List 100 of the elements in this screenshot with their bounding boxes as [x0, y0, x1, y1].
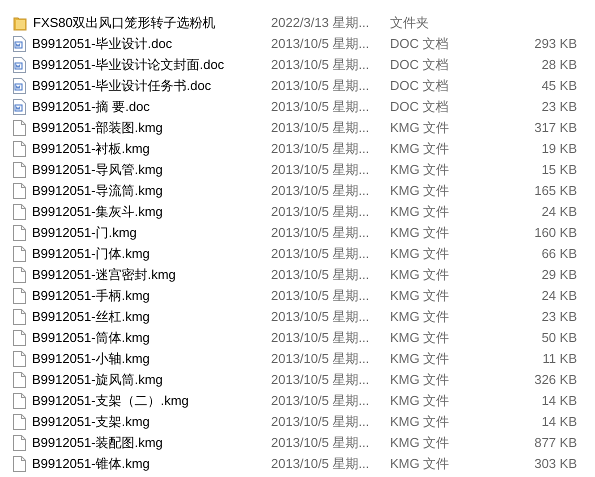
file-size: 317 KB	[534, 118, 577, 137]
date-modified: 2013/10/5 星期...	[271, 56, 370, 74]
file-size: 11 KB	[542, 350, 577, 368]
file-type: KMG 文件	[390, 140, 450, 158]
file-type: KMG 文件	[390, 370, 450, 389]
document-icon	[13, 98, 26, 114]
file-type: KMG 文件	[390, 434, 450, 452]
blank-file-icon	[13, 288, 26, 304]
file-type: KMG 文件	[390, 392, 450, 410]
date-modified: 2022/3/13 星期...	[271, 14, 370, 32]
date-modified: 2013/10/5 星期...	[271, 454, 370, 473]
file-size: 15 KB	[542, 160, 577, 179]
file-name[interactable]: B9912051-支架（二）.kmg	[32, 390, 189, 410]
blank-file-icon	[13, 414, 26, 430]
file-name[interactable]: B9912051-衬板.kmg	[32, 138, 150, 158]
blank-file-icon	[13, 224, 26, 240]
file-size: 326 KB	[534, 370, 577, 389]
file-size: 24 KB	[542, 202, 577, 221]
file-type: KMG 文件	[390, 202, 450, 221]
file-type: KMG 文件	[390, 454, 450, 473]
date-modified: 2013/10/5 星期...	[271, 98, 370, 116]
date-modified: 2013/10/5 星期...	[271, 412, 370, 431]
file-name[interactable]: B9912051-迷宫密封.kmg	[32, 264, 176, 284]
file-type: KMG 文件	[390, 266, 450, 284]
document-icon	[13, 78, 26, 94]
blank-file-icon	[13, 372, 26, 388]
file-name[interactable]: B9912051-丝杠.kmg	[32, 306, 150, 326]
file-size: 14 KB	[542, 412, 577, 431]
document-icon	[13, 36, 26, 52]
file-size: 165 KB	[534, 182, 577, 200]
file-type: KMG 文件	[390, 328, 450, 347]
file-size: 28 KB	[542, 56, 577, 74]
date-modified: 2013/10/5 星期...	[271, 392, 370, 410]
date-modified: 2013/10/5 星期...	[271, 202, 370, 221]
document-icon	[13, 56, 26, 72]
date-modified: 2013/10/5 星期...	[271, 266, 370, 284]
blank-file-icon	[13, 162, 26, 178]
date-modified: 2013/10/5 星期...	[271, 350, 370, 368]
file-name[interactable]: B9912051-部装图.kmg	[32, 118, 163, 138]
file-name[interactable]: B9912051-毕业设计任务书.doc	[32, 76, 212, 96]
file-size: 50 KB	[542, 328, 577, 347]
file-type: KMG 文件	[390, 118, 450, 137]
file-name[interactable]: B9912051-小轴.kmg	[32, 348, 150, 368]
file-name[interactable]: B9912051-导流筒.kmg	[32, 180, 163, 200]
blank-file-icon	[13, 392, 26, 408]
file-size: 303 KB	[534, 454, 577, 473]
blank-file-icon	[13, 266, 26, 282]
file-size: 66 KB	[542, 244, 577, 263]
date-modified: 2013/10/5 星期...	[271, 434, 370, 452]
date-modified: 2013/10/5 星期...	[271, 328, 370, 347]
blank-file-icon	[13, 308, 26, 324]
blank-file-icon	[13, 434, 26, 450]
file-name[interactable]: B9912051-装配图.kmg	[32, 432, 163, 452]
blank-file-icon	[13, 330, 26, 346]
date-modified: 2013/10/5 星期...	[271, 118, 370, 137]
date-modified: 2013/10/5 星期...	[271, 224, 370, 242]
date-modified: 2013/10/5 星期...	[271, 370, 370, 389]
file-size: 14 KB	[542, 392, 577, 410]
file-name[interactable]: B9912051-毕业设计论文封面.doc	[32, 54, 224, 74]
file-type: DOC 文档	[390, 98, 450, 116]
file-type: KMG 文件	[390, 308, 450, 326]
blank-file-icon	[13, 140, 26, 156]
blank-file-icon	[13, 120, 26, 136]
file-name[interactable]: B9912051-支架.kmg	[32, 412, 150, 432]
file-size: 160 KB	[534, 224, 577, 242]
file-type: KMG 文件	[390, 244, 450, 263]
file-name[interactable]: B9912051-锥体.kmg	[32, 454, 150, 474]
file-type: DOC 文档	[390, 56, 450, 74]
date-modified: 2013/10/5 星期...	[271, 286, 370, 305]
file-type: KMG 文件	[390, 160, 450, 179]
blank-file-icon	[13, 246, 26, 262]
date-modified: 2013/10/5 星期...	[271, 34, 370, 53]
file-size: 24 KB	[542, 286, 577, 305]
date-modified: 2013/10/5 星期...	[271, 308, 370, 326]
blank-file-icon	[13, 350, 26, 366]
file-type: KMG 文件	[390, 412, 450, 431]
file-name[interactable]: B9912051-摘 要.doc	[32, 96, 150, 116]
file-size: 23 KB	[542, 308, 577, 326]
file-name[interactable]: B9912051-导风管.kmg	[32, 160, 163, 180]
file-name[interactable]: B9912051-集灰斗.kmg	[32, 202, 163, 222]
file-type: KMG 文件	[390, 224, 450, 242]
file-size: 877 KB	[534, 434, 577, 452]
file-name[interactable]: B9912051-门体.kmg	[32, 244, 150, 264]
file-size: 293 KB	[534, 34, 577, 53]
file-size: 29 KB	[542, 266, 577, 284]
date-modified: 2013/10/5 星期...	[271, 140, 370, 158]
file-size: 19 KB	[542, 140, 577, 158]
file-name[interactable]: B9912051-旋风筒.kmg	[32, 370, 163, 390]
file-name[interactable]: B9912051-门.kmg	[32, 222, 137, 242]
file-name[interactable]: FXS80双出风口笼形转子选粉机	[33, 12, 216, 32]
file-type: DOC 文档	[390, 76, 450, 95]
blank-file-icon	[13, 182, 26, 198]
file-name[interactable]: B9912051-手柄.kmg	[32, 286, 150, 306]
file-name[interactable]: B9912051-毕业设计.doc	[32, 34, 172, 54]
date-modified: 2013/10/5 星期...	[271, 76, 370, 95]
file-type: KMG 文件	[390, 350, 450, 368]
date-modified: 2013/10/5 星期...	[271, 160, 370, 179]
date-modified: 2013/10/5 星期...	[271, 182, 370, 200]
blank-file-icon	[13, 204, 26, 220]
file-name[interactable]: B9912051-筒体.kmg	[32, 328, 150, 348]
